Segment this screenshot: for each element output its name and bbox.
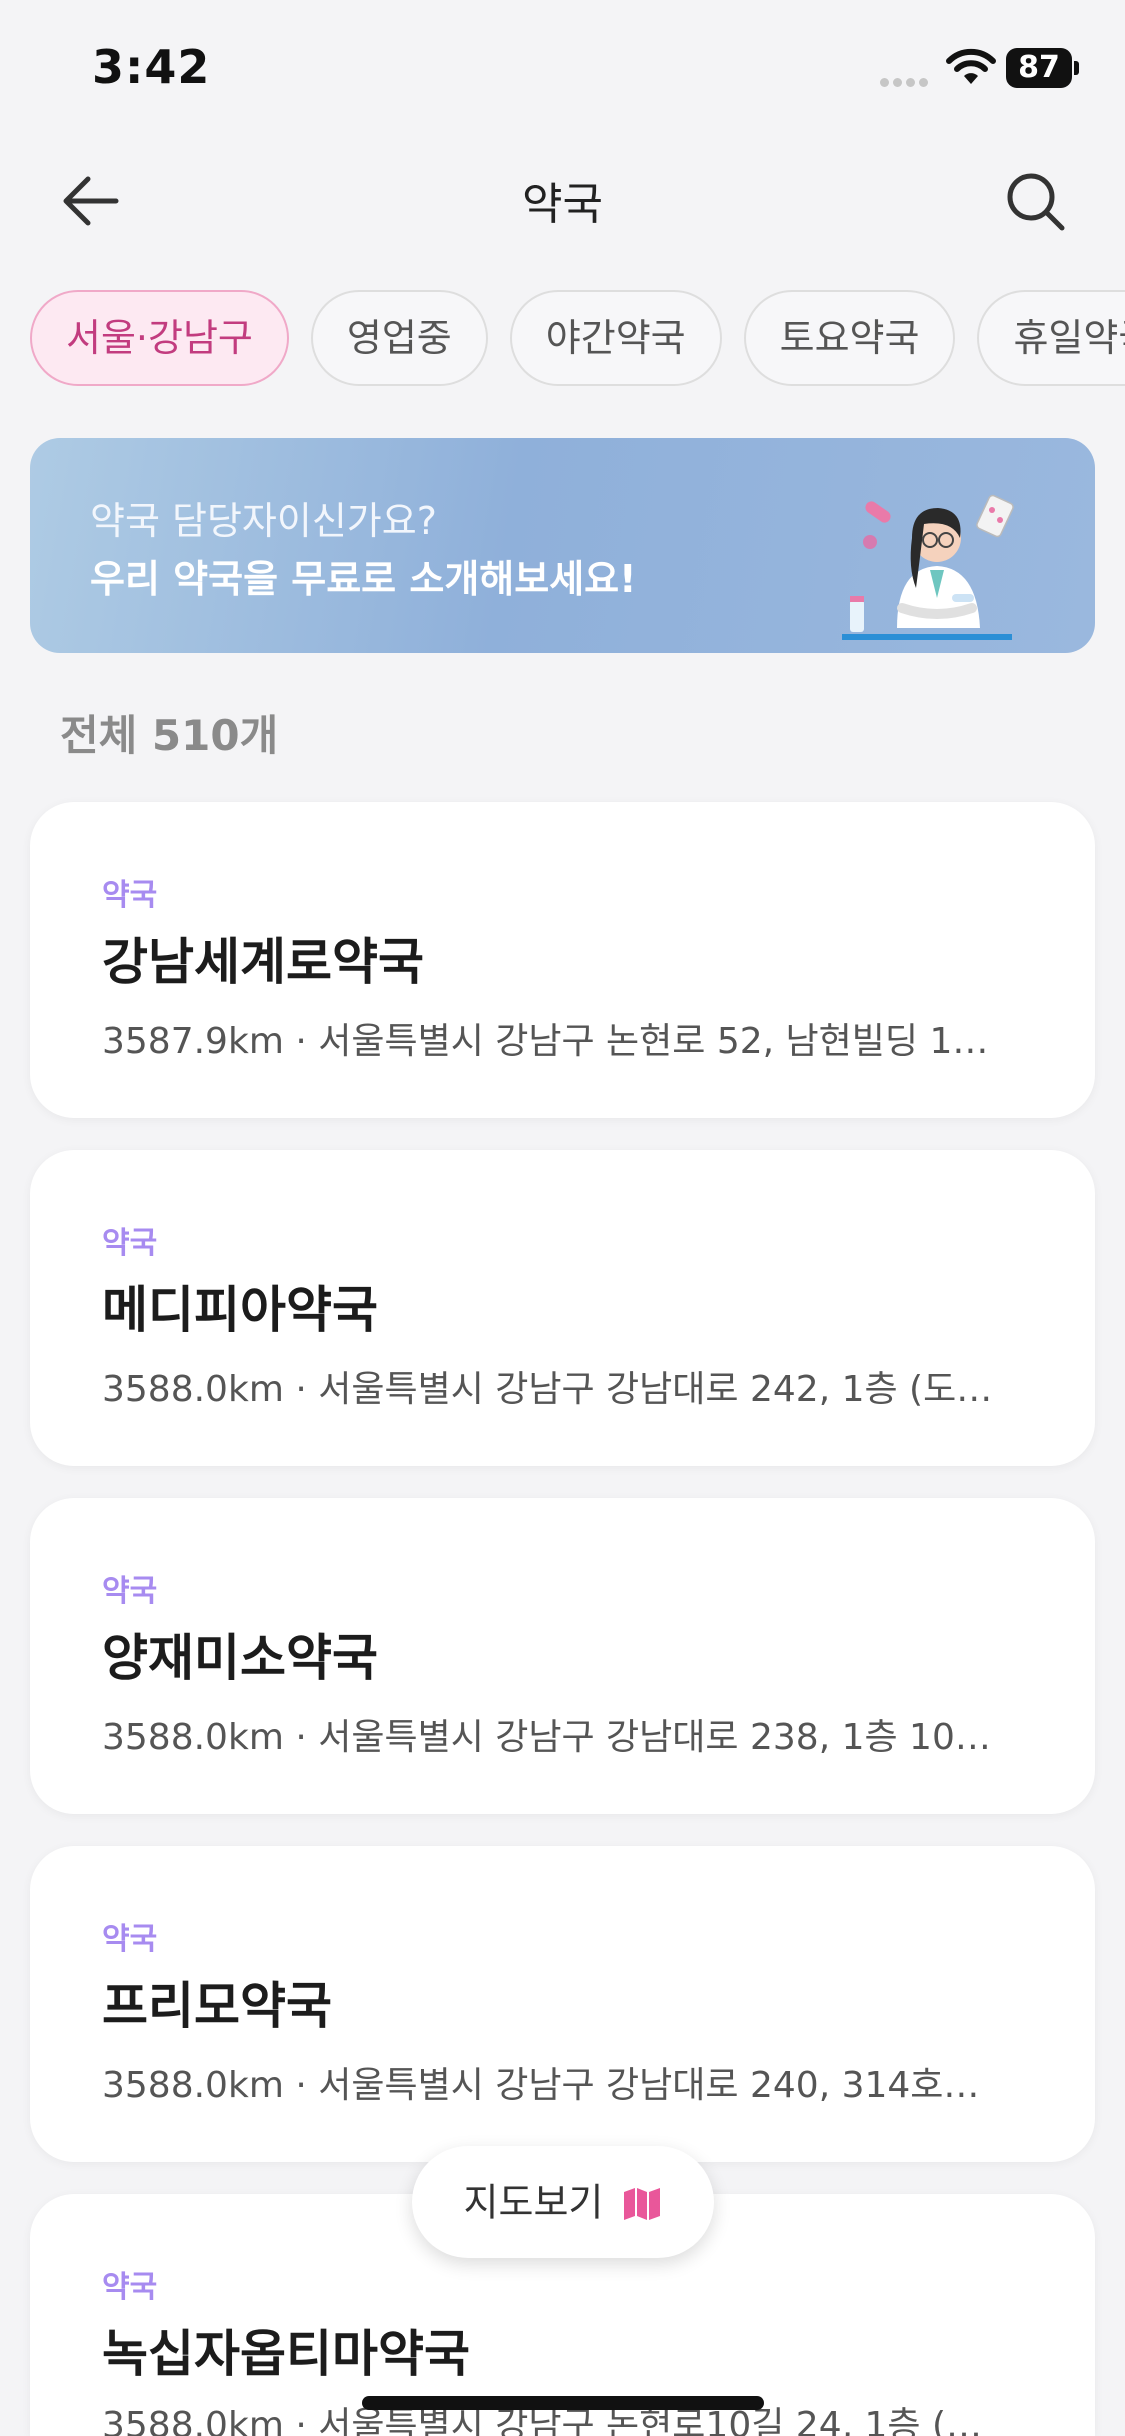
top-nav: 약국 (0, 140, 1125, 260)
map-icon (624, 2187, 661, 2220)
list-item[interactable]: 약국 강남세계로약국 3587.9km · 서울특별시 강남구 논현로 52, … (30, 802, 1095, 1118)
category-label: 약국 (102, 2270, 158, 2305)
pharmacy-name: 프리모약국 (102, 1977, 332, 2035)
map-view-label: 지도보기 (463, 2180, 604, 2225)
pharmacy-address: 3588.0km · 서울특별시 강남구 강남대로 242, 1층 (도… (102, 1369, 993, 1410)
page-title: 약국 (522, 179, 603, 230)
map-view-button[interactable]: 지도보기 (412, 2146, 714, 2258)
filter-chip-open-now[interactable]: 영업중 (310, 290, 488, 386)
banner-cta: 우리 약국을 무료로 소개해보세요! (90, 557, 637, 601)
search-icon[interactable] (1000, 166, 1070, 236)
pharmacy-list-screen: 3:42 87 약국 서울·강남구영업중야간약국토요약국휴일약국 약국 담당자이… (0, 0, 1125, 2436)
signal-icon (880, 72, 934, 87)
banner-question: 약국 담당자이신가요? (90, 499, 437, 543)
status-time: 3:42 (92, 40, 211, 94)
status-bar: 3:42 87 (0, 0, 1125, 140)
pharmacy-name: 녹십자옵티마약국 (102, 2325, 470, 2383)
list-item[interactable]: 약국 메디피아약국 3588.0km · 서울특별시 강남구 강남대로 242,… (30, 1150, 1095, 1466)
wifi-icon (946, 48, 996, 84)
pharmacist-illustration (842, 494, 1014, 640)
category-label: 약국 (102, 1574, 158, 1609)
filter-chip-holiday[interactable]: 휴일약국 (977, 290, 1125, 386)
category-label: 약국 (102, 1226, 158, 1261)
total-count: 전체 510개 (60, 711, 279, 760)
pharmacy-name: 메디피아약국 (102, 1281, 378, 1339)
list-item[interactable]: 약국 프리모약국 3588.0km · 서울특별시 강남구 강남대로 240, … (30, 1846, 1095, 2162)
category-label: 약국 (102, 1922, 158, 1957)
filter-chips: 서울·강남구영업중야간약국토요약국휴일약국 (30, 290, 1125, 390)
pharmacy-name: 양재미소약국 (102, 1629, 378, 1687)
category-label: 약국 (102, 878, 158, 913)
list-item[interactable]: 약국 양재미소약국 3588.0km · 서울특별시 강남구 강남대로 238,… (30, 1498, 1095, 1814)
battery-icon: 87 (1006, 48, 1079, 88)
home-indicator (362, 2396, 764, 2410)
filter-chip-saturday[interactable]: 토요약국 (743, 290, 956, 386)
pharmacy-address: 3588.0km · 서울특별시 강남구 강남대로 240, 314호… (102, 2065, 980, 2106)
promo-banner[interactable]: 약국 담당자이신가요? 우리 약국을 무료로 소개해보세요! (30, 438, 1095, 653)
battery-level: 87 (1018, 50, 1060, 85)
filter-chip-region[interactable]: 서울·강남구 (30, 290, 289, 386)
pharmacy-address: 3587.9km · 서울특별시 강남구 논현로 52, 남현빌딩 1… (102, 1021, 989, 1062)
pharmacy-address: 3588.0km · 서울특별시 강남구 강남대로 238, 1층 10… (102, 1717, 991, 1758)
filter-chip-night[interactable]: 야간약국 (509, 290, 722, 386)
pharmacy-name: 강남세계로약국 (102, 933, 424, 991)
